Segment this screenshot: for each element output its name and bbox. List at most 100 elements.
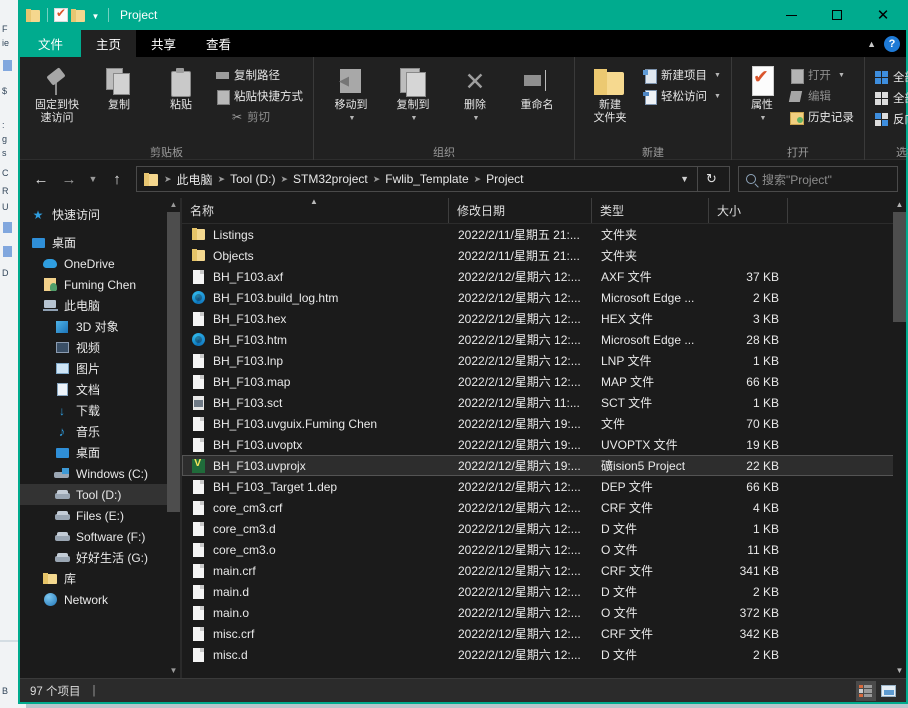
select-none-button[interactable]: 全部取消 xyxy=(871,89,908,107)
breadcrumb[interactable]: ➤ 此电脑 ➤ Tool (D:) ➤ STM32project ➤ Fwlib… xyxy=(136,166,730,192)
breadcrumb-item-1[interactable]: Tool (D:) xyxy=(226,171,279,187)
table-row[interactable]: main.d 2022/2/12/星期六 12:... D 文件 2 KB xyxy=(182,581,906,602)
properties-button[interactable]: 属性 ▼ xyxy=(738,61,786,125)
properties-icon[interactable] xyxy=(54,6,68,22)
table-row[interactable]: BH_F103.hex 2022/2/12/星期六 12:... HEX 文件 3 K… xyxy=(182,308,906,329)
sidebar-item-g[interactable]: 好好生活 (G:) xyxy=(20,547,180,568)
navigation-scrollbar[interactable]: ▲ ▼ xyxy=(167,198,180,678)
large-icons-view-button[interactable] xyxy=(878,681,898,701)
recent-locations-button[interactable]: ▼ xyxy=(84,166,102,192)
back-button[interactable]: ← xyxy=(28,166,54,192)
sidebar-item-files-e[interactable]: Files (E:) xyxy=(20,505,180,526)
breadcrumb-item-4[interactable]: Project xyxy=(482,171,527,187)
pin-to-quick-access-button[interactable]: 固定到快 速访问 xyxy=(26,61,88,125)
sidebar-item-[interactable]: 此电脑 xyxy=(20,295,180,316)
sidebar-item-[interactable]: ★ 快速访问 xyxy=(20,204,180,225)
table-row[interactable]: Objects 2022/2/11/星期五 21:... 文件夹 xyxy=(182,245,906,266)
cut-button[interactable]: ✂ 剪切 xyxy=(212,108,307,126)
table-row[interactable]: BH_F103.uvoptx 2022/2/12/星期六 19:... UVOPTX… xyxy=(182,434,906,455)
new-folder-icon[interactable] xyxy=(71,8,86,22)
scroll-down-icon[interactable]: ▼ xyxy=(893,664,906,678)
breadcrumb-item-0[interactable]: 此电脑 xyxy=(173,170,217,189)
select-all-button[interactable]: 全部选择 xyxy=(871,68,908,86)
search-input[interactable]: 搜索"Project" xyxy=(738,166,898,192)
scrollbar-thumb[interactable] xyxy=(167,212,180,512)
chevron-right-icon[interactable]: ➤ xyxy=(372,174,382,185)
sidebar-item-[interactable]: 桌面 xyxy=(20,442,180,463)
column-header-type[interactable]: 类型 xyxy=(592,198,709,223)
scroll-up-icon[interactable]: ▲ xyxy=(167,198,180,212)
table-row[interactable]: BH_F103.build_log.htm 2022/2/12/星期六 12:..… xyxy=(182,287,906,308)
table-row[interactable]: main.o 2022/2/12/星期六 12:... O 文件 372 KB xyxy=(182,602,906,623)
table-row[interactable]: BH_F103.sct 2022/2/12/星期六 11:... SCT 文件 1 K… xyxy=(182,392,906,413)
minimize-button[interactable] xyxy=(768,0,814,30)
table-row[interactable]: Listings 2022/2/11/星期五 21:... 文件夹 xyxy=(182,224,906,245)
table-row[interactable]: misc.crf 2022/2/12/星期六 12:... CRF 文件 342 KB xyxy=(182,623,906,644)
scroll-down-icon[interactable]: ▼ xyxy=(167,664,180,678)
sidebar-item-[interactable]: ↓ 下载 xyxy=(20,400,180,421)
sidebar-item-[interactable]: 图片 xyxy=(20,358,180,379)
paste-shortcut-button[interactable]: 粘贴快捷方式 xyxy=(212,87,307,105)
sidebar-item-onedrive[interactable]: OneDrive xyxy=(20,253,180,274)
tab-file[interactable]: 文件 xyxy=(20,30,82,57)
table-row[interactable]: main.crf 2022/2/12/星期六 12:... CRF 文件 341 KB xyxy=(182,560,906,581)
help-button[interactable]: ? xyxy=(884,35,900,52)
table-row[interactable]: BH_F103.uvguix.Fuming Chen 2022/2/12/星期六 … xyxy=(182,413,906,434)
table-row[interactable]: core_cm3.d 2022/2/12/星期六 12:... D 文件 1 KB xyxy=(182,518,906,539)
file-list-scrollbar[interactable]: ▲ ▼ xyxy=(893,198,906,678)
close-button[interactable]: ✕ xyxy=(860,0,906,30)
sidebar-item-tool-d[interactable]: Tool (D:) xyxy=(20,484,180,505)
table-row[interactable]: core_cm3.crf 2022/2/12/星期六 12:... CRF 文件 4 … xyxy=(182,497,906,518)
sidebar-item-3d[interactable]: 3D 对象 xyxy=(20,316,180,337)
move-to-button[interactable]: 移动到 ▼ xyxy=(320,61,382,125)
breadcrumb-item-3[interactable]: Fwlib_Template xyxy=(381,171,472,187)
new-folder-button[interactable]: 新建 文件夹 xyxy=(581,61,639,125)
customize-caret-icon[interactable] xyxy=(89,12,102,21)
easy-access-button[interactable]: 轻松访问 ▼ xyxy=(639,87,725,105)
chevron-right-icon[interactable]: ➤ xyxy=(473,174,483,185)
forward-button[interactable]: → xyxy=(56,166,82,192)
tab-share[interactable]: 共享 xyxy=(136,30,191,57)
table-row[interactable]: BH_F103.htm 2022/2/12/星期六 12:... Microsoft… xyxy=(182,329,906,350)
column-header-name[interactable]: 名称 ▲ xyxy=(182,197,449,223)
table-row[interactable]: BH_F103.map 2022/2/12/星期六 12:... MAP 文件 66 … xyxy=(182,371,906,392)
chevron-right-icon[interactable]: ➤ xyxy=(217,174,227,185)
folder-icon[interactable] xyxy=(26,8,41,22)
sidebar-item-[interactable]: 库 xyxy=(20,568,180,589)
tab-home[interactable]: 主页 xyxy=(81,30,137,57)
scrollbar-thumb[interactable] xyxy=(893,212,906,322)
edit-button[interactable]: 编辑 xyxy=(786,87,858,105)
table-row[interactable]: core_cm3.o 2022/2/12/星期六 12:... O 文件 11 KB xyxy=(182,539,906,560)
chevron-up-icon[interactable]: ▲ xyxy=(867,39,876,49)
column-header-date[interactable]: 修改日期 xyxy=(449,198,592,223)
refresh-button[interactable]: ↻ xyxy=(697,166,725,192)
tab-view[interactable]: 查看 xyxy=(191,30,246,57)
details-view-button[interactable] xyxy=(856,681,876,701)
breadcrumb-item-2[interactable]: STM32project xyxy=(289,171,372,187)
table-row[interactable]: misc.d 2022/2/12/星期六 12:... D 文件 2 KB xyxy=(182,644,906,665)
table-row[interactable]: BH_F103.axf 2022/2/12/星期六 12:... AXF 文件 37 … xyxy=(182,266,906,287)
sidebar-item-[interactable]: 文档 xyxy=(20,379,180,400)
paste-button[interactable]: 粘贴 xyxy=(150,61,212,112)
copy-path-button[interactable]: 复制路径 xyxy=(212,66,307,84)
open-button[interactable]: 打开 ▼ xyxy=(786,66,858,84)
up-button[interactable]: ↑ xyxy=(104,166,130,192)
copy-to-button[interactable]: 复制到 ▼ xyxy=(382,61,444,125)
delete-button[interactable]: ✕ 删除 ▼ xyxy=(444,61,506,125)
rename-button[interactable]: 重命名 xyxy=(506,61,568,112)
sidebar-item-[interactable]: 桌面 xyxy=(20,232,180,253)
scroll-up-icon[interactable]: ▲ xyxy=(893,198,906,212)
table-row[interactable]: BH_F103_Target 1.dep 2022/2/12/星期六 12:...… xyxy=(182,476,906,497)
sidebar-item-[interactable]: 视频 xyxy=(20,337,180,358)
sidebar-item-software-f[interactable]: Software (F:) xyxy=(20,526,180,547)
chevron-down-icon[interactable]: ▼ xyxy=(672,174,697,184)
sidebar-item-[interactable]: ♪ 音乐 xyxy=(20,421,180,442)
new-item-button[interactable]: 新建项目 ▼ xyxy=(639,66,725,84)
maximize-button[interactable] xyxy=(814,0,860,30)
history-button[interactable]: 历史记录 xyxy=(786,108,858,126)
table-row[interactable]: BH_F103.uvprojx 2022/2/12/星期六 19:... 礦isio… xyxy=(182,455,906,476)
invert-selection-button[interactable]: 反向选择 xyxy=(871,110,908,128)
chevron-right-icon[interactable]: ➤ xyxy=(279,174,289,185)
sidebar-item-windows-c[interactable]: Windows (C:) xyxy=(20,463,180,484)
copy-button[interactable]: 复制 xyxy=(88,61,150,112)
